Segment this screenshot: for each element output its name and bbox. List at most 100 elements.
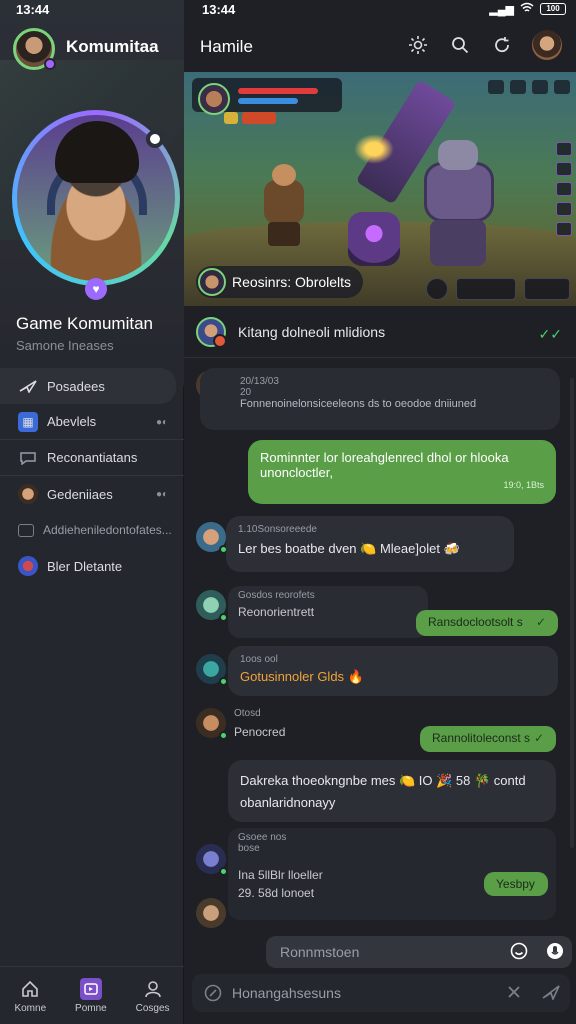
more-icon[interactable]: ●◐ xyxy=(156,417,172,428)
wifi-icon xyxy=(520,2,534,16)
message-sender: Gosdos reorofets xyxy=(238,590,315,601)
message-bubble-outgoing[interactable]: Rominnter lor loreahglenrecl dhol or hlo… xyxy=(248,440,556,504)
message-text: Rannolitoleconst s xyxy=(432,731,531,745)
more-icon[interactable]: ●◐ xyxy=(156,489,172,500)
hud-chip xyxy=(224,112,238,124)
double-check-icon: ✓ xyxy=(535,615,546,629)
message-bubble-outgoing[interactable]: Rannolitoleconst s ✓ xyxy=(420,726,556,752)
home-icon xyxy=(19,978,41,1000)
sidebar-item-label: Abevlels xyxy=(47,414,97,429)
chat-feed[interactable]: 20/13/03 20 Fonnenoinelonsiceeleons ds t… xyxy=(184,358,576,928)
profile-subtitle: Samone Ineases xyxy=(16,338,114,353)
refresh-icon[interactable] xyxy=(490,33,514,57)
bottom-nav: Komne Pomne Cosges xyxy=(0,966,184,1024)
message-bubble[interactable]: 20/13/03 20 Fonnenoinelonsiceeleons ds t… xyxy=(200,368,560,430)
message-sender: 1.10Sonsoreeede xyxy=(238,524,317,535)
game-banner[interactable]: Reosinrs: Obrolelts xyxy=(184,72,576,306)
sidebar-item-bler-dletante[interactable]: Bler Dletante xyxy=(0,548,184,584)
online-dot xyxy=(44,58,56,70)
avatar[interactable] xyxy=(196,590,228,622)
user-icon xyxy=(142,978,164,1000)
sidebar-item-label: Gedeniiaes xyxy=(47,486,113,502)
message-text: Ler bes boatbe dven 🍋 Mleae]olet 🍻 xyxy=(238,541,460,556)
message-bubble[interactable]: 1oos ool Gotusinnoler Glds 🔥 xyxy=(228,646,558,696)
message-sender: 1oos ool xyxy=(240,654,278,665)
tab-label: Cosges xyxy=(135,1002,170,1014)
chat-icon xyxy=(18,448,38,468)
hud-top-right xyxy=(488,80,570,94)
app-root: 13:44 Komumitaa ♥ Game Komumitan Samone … xyxy=(0,0,576,1024)
attachment-icon[interactable] xyxy=(204,984,222,1005)
avatar-icon xyxy=(18,484,38,504)
cannon-graphic xyxy=(348,212,400,266)
thread-avatar xyxy=(196,316,227,348)
sidebar-item-label: Posadees xyxy=(47,378,105,394)
profile-username: Game Komumitan xyxy=(16,314,153,333)
message-meta: bose xyxy=(238,843,260,854)
check-icon: ✓✓ xyxy=(538,326,562,342)
sidebar-item-gedeniiaes[interactable]: Gedeniiaes ●◐ xyxy=(0,476,184,512)
settings-gear-icon[interactable] xyxy=(406,33,430,57)
list-icon xyxy=(18,523,34,537)
reply-input[interactable]: Ronnmstoen xyxy=(266,936,572,968)
message-text: Rominnter lor loreahglenrecl dhol or hlo… xyxy=(260,450,509,480)
message-bubble[interactable]: Dakreka thoeokngnbe mes 🍋 IO 🎉 58 🎋 cont… xyxy=(228,760,556,822)
double-check-icon: ✓ xyxy=(533,731,544,745)
send-icon[interactable] xyxy=(542,984,560,1003)
sidebar: 13:44 Komumitaa ♥ Game Komumitan Samone … xyxy=(0,0,184,1024)
message-placeholder: Honangahsesuns xyxy=(232,985,341,1001)
warrior-character xyxy=(254,164,314,246)
sidebar-item-posadees[interactable]: Posadees xyxy=(0,368,176,404)
message-text: Gotusinnoler Glds 🔥 xyxy=(240,669,364,684)
message-time: 19:0, 1Bts xyxy=(503,480,544,490)
avatar[interactable] xyxy=(196,654,228,686)
message-input[interactable]: Honangahsesuns xyxy=(192,974,570,1012)
sidebar-item-label: Reconantiatans xyxy=(47,450,138,465)
header-actions xyxy=(406,30,562,60)
sidebar-item-label: Addieheniledontofates... xyxy=(43,523,172,537)
mic-icon[interactable] xyxy=(546,942,564,963)
battery-icon: 100 xyxy=(540,3,566,15)
sidebar-item-reconantiatans[interactable]: Reconantiatans xyxy=(0,440,184,476)
hud-chip xyxy=(242,112,276,124)
main-panel: 13:44 ▂▄▆ 100 Hamile Reosinrs: Obrolelts… xyxy=(184,0,576,1024)
paper-plane-icon xyxy=(18,376,38,396)
message-actions xyxy=(506,984,560,1003)
game-icon xyxy=(79,977,102,1000)
avatar[interactable] xyxy=(196,708,228,740)
hud-side-panel xyxy=(556,142,572,236)
banner-status-chip[interactable]: Reosinrs: Obrolelts xyxy=(196,266,364,298)
avatar[interactable] xyxy=(196,898,226,928)
app-name: Komumitaa xyxy=(66,37,159,56)
message-bubble[interactable]: Otosd Penocred xyxy=(228,706,418,754)
header-avatar[interactable] xyxy=(532,30,562,60)
avatar[interactable] xyxy=(196,522,228,554)
message-text: Reonorientrett xyxy=(238,605,315,619)
search-icon[interactable] xyxy=(448,33,472,57)
chat-scrollbar[interactable] xyxy=(570,378,574,848)
sidebar-item-addiehenile[interactable]: Addieheniledontofates... xyxy=(0,512,184,548)
reply-placeholder: Ronnmstoen xyxy=(280,944,360,960)
page-title: Hamile xyxy=(200,37,253,56)
tab-label: Komne xyxy=(14,1002,47,1014)
message-bubble-outgoing[interactable]: Ransdoclootsolt s ✓ xyxy=(416,610,558,636)
sidebar-item-abevlels[interactable]: ▦ Abevlels ●◐ xyxy=(0,404,184,440)
message-bubble-outgoing[interactable]: Yesbpy xyxy=(484,872,548,896)
avatar[interactable] xyxy=(196,844,228,876)
tab-komne[interactable]: Komne xyxy=(14,978,46,1014)
message-bubble[interactable]: 1.10Sonsoreeede Ler bes boatbe dven 🍋 Ml… xyxy=(226,516,514,572)
emoji-icon[interactable] xyxy=(510,942,528,963)
close-icon[interactable] xyxy=(506,984,522,1003)
thread-header[interactable]: Kitang dolneoli mlidions ✓✓ xyxy=(184,306,576,358)
message-text: Yesbpy xyxy=(496,877,535,891)
tab-pomne[interactable]: Pomne xyxy=(75,977,107,1014)
avatar-icon xyxy=(18,556,38,576)
message-text: Fonnenoinelonsiceeleons ds to oeodoe dni… xyxy=(240,398,477,410)
message-text: Ransdoclootsolt s xyxy=(428,615,523,629)
message-bubble[interactable]: Gosdos reorofets Reonorientrett xyxy=(228,586,428,638)
message-sender: 20/13/03 xyxy=(240,376,279,387)
message-meta: 20 xyxy=(240,387,252,398)
message-text: Penocred xyxy=(234,725,286,739)
status-badge xyxy=(146,130,164,148)
tab-cosges[interactable]: Cosges xyxy=(136,978,170,1014)
